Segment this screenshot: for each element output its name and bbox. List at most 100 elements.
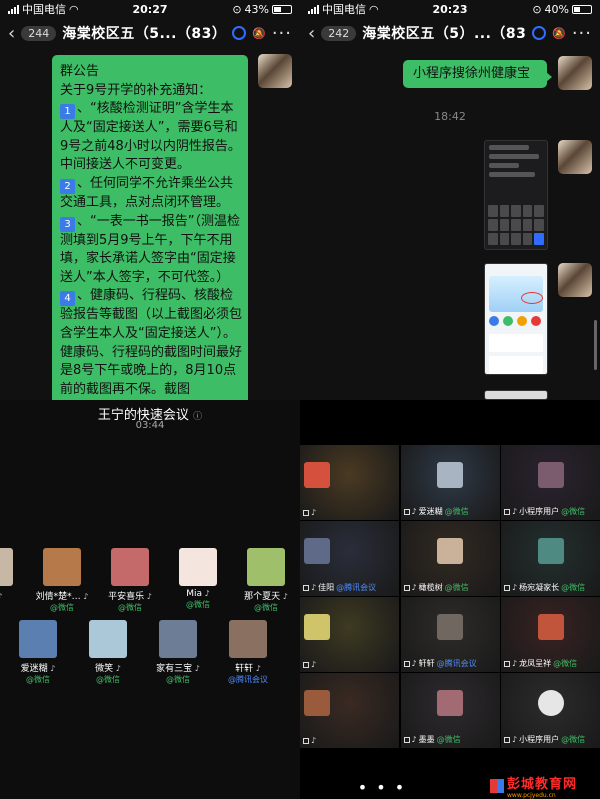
page-indicator[interactable]: • • • (300, 778, 464, 797)
video-tile-source: @微信 (553, 659, 578, 668)
message-bubble[interactable]: 小程序搜徐州健康宝 (403, 60, 552, 88)
participant-name-row: 平安喜乐 ♪ (98, 589, 162, 602)
microphone-icon: ♪ (411, 735, 417, 744)
announcement-item-4: 4 、健康码、行程码、核酸检验报告等截图（以上截图必须包含学生本人及“固定接送人”… (60, 287, 242, 399)
keycap-1-icon: 1 (60, 104, 75, 120)
video-tile[interactable]: ♪ 爱迷糊 @微信 (400, 445, 500, 520)
video-tile[interactable]: ♪ (300, 445, 399, 520)
more-icon[interactable]: ··· (572, 23, 592, 44)
microphone-icon: ♪ (512, 507, 518, 516)
microphone-icon: ♪ (253, 664, 261, 673)
participant[interactable]: 家有三宝 ♪ @微信 (146, 620, 210, 685)
video-tile[interactable]: ♪ 墨墨 @微信 (400, 673, 500, 748)
video-tile[interactable]: ♪ 小程序用户 @微信 (501, 445, 600, 520)
video-tile[interactable]: ♪ (300, 673, 399, 748)
participant[interactable]: 宁 ♪ (0, 548, 26, 602)
participant-source: @微信 (186, 600, 210, 609)
participant-name: 刘倩*楚*… (35, 592, 81, 602)
announcement-bubble[interactable]: 群公告 关于9号开学的补充通知： 1 、“核酸检测证明”含学生本人及“固定接送人”… (52, 55, 248, 400)
wifi-icon: ◠ (369, 2, 379, 16)
unread-count-badge[interactable]: 244 (21, 25, 57, 41)
unread-count-badge[interactable]: 242 (321, 25, 357, 41)
video-avatar (437, 614, 463, 640)
video-tile-name: 爱迷糊 (418, 507, 443, 516)
back-icon[interactable]: ‹ (8, 23, 15, 44)
video-tile-label: ♪ 龙凤呈祥 @微信 (504, 658, 577, 669)
carrier-label: 中国电信 (22, 3, 66, 16)
participant[interactable]: 那个夏天 ♪ @微信 (234, 548, 298, 613)
back-icon[interactable]: ‹ (308, 23, 315, 44)
battery-icon (572, 4, 592, 14)
signal-icon (308, 4, 319, 14)
participant-name-row: 刘倩*楚*… ♪ (30, 589, 94, 602)
announcement-item-1: 1 、“核酸检测证明”含学生本人及“固定接送人”，需要6号和9号之前48小时以内阴… (60, 100, 242, 175)
signal-icon (8, 4, 19, 14)
scrollbar[interactable] (594, 320, 597, 370)
microphone-icon: ♪ (144, 592, 152, 601)
screen-share-icon (303, 584, 309, 591)
video-tile[interactable]: ♪ 龙凤呈祥 @微信 (501, 597, 600, 672)
group-app-icon[interactable] (232, 26, 247, 40)
participant-avatar (229, 620, 267, 658)
video-tile[interactable]: ♪ 轩轩 @腾讯会议 (400, 597, 500, 672)
screen-share-icon (504, 660, 510, 667)
status-right: ⊙ 43% (232, 3, 292, 16)
participant-avatar (179, 548, 217, 586)
microphone-icon: ♪ (192, 664, 200, 673)
participant-name-row: 轩轩 ♪ (216, 661, 280, 674)
screen-share-icon (403, 660, 410, 667)
video-tile-name: 橄榄树 (418, 583, 443, 592)
microphone-icon: ♪ (411, 583, 417, 592)
more-icon[interactable]: ··· (272, 23, 292, 44)
video-avatar (537, 462, 564, 488)
book-icon (490, 779, 504, 793)
avatar[interactable] (558, 263, 592, 297)
video-tile-name: 小程序用户 (519, 507, 560, 516)
video-tile-name: 杨宛凝家长 (519, 583, 560, 592)
announcement-item-3: 3 、“一表一书一报告”（测温检测填到5月9号上午，下午不用填，家长承诺人签字由“… (60, 213, 242, 288)
video-tile[interactable]: ♪ 佳阳 @腾讯会议 (300, 521, 399, 596)
microphone-icon: ♪ (280, 592, 288, 601)
avatar[interactable] (258, 54, 292, 88)
participant-source: @微信 (50, 603, 74, 612)
screen-share-icon (403, 508, 410, 515)
participant[interactable]: 刘倩*楚*… ♪ @微信 (30, 548, 94, 613)
video-avatar (304, 462, 330, 488)
video-tile[interactable]: ♪ 橄榄树 @微信 (400, 521, 500, 596)
participant-avatar (0, 548, 13, 586)
video-tile[interactable]: ♪ 杨宛凝家长 @微信 (501, 521, 600, 596)
image-line (489, 163, 519, 168)
microphone-icon: ♪ (311, 508, 317, 517)
participant-name-row: 家有三宝 ♪ (146, 661, 210, 674)
video-tile-source: @微信 (561, 507, 586, 516)
announcement-heading: 群公告 (60, 64, 100, 79)
video-tile-name: 墨墨 (418, 735, 435, 744)
video-tile-label: ♪ 小程序用户 @微信 (504, 506, 585, 517)
carrier: 中国电信 ◠ (308, 1, 379, 17)
carrier: 中国电信 ◠ (8, 1, 79, 17)
video-tile-label: ♪ (303, 736, 320, 745)
meeting-screen: 王宁的快速会议 ⓘ 03:44 宁 ♪刘倩*楚*… ♪@微信平安喜乐 ♪@微信M… (0, 400, 300, 799)
participant-avatar (43, 548, 81, 586)
participant[interactable]: 爱迷糊 ♪ @微信 (6, 620, 70, 685)
microphone-icon: ♪ (311, 660, 317, 669)
participant[interactable]: 微笑 ♪ @微信 (76, 620, 140, 685)
group-app-icon[interactable] (532, 26, 547, 40)
screenshot-image[interactable] (484, 390, 548, 400)
participant-avatar (159, 620, 197, 658)
battery-percent: 40% (544, 2, 569, 16)
screenshot-image[interactable] (484, 263, 548, 375)
video-avatar (304, 614, 330, 640)
participant[interactable]: 轩轩 ♪ @腾讯会议 (216, 620, 280, 685)
status-right: ⊙ 40% (532, 3, 592, 16)
avatar[interactable] (558, 140, 592, 174)
screenshot-image[interactable] (484, 140, 548, 250)
video-tile[interactable]: ♪ (300, 597, 399, 672)
announcement-intro: 关于9号开学的补充通知： (60, 82, 212, 98)
message-timestamp: 18:42 (434, 110, 466, 123)
chat-title: 海棠校区五（5）...（83） (362, 26, 527, 42)
avatar[interactable] (558, 56, 592, 90)
participant[interactable]: Mia ♪ @微信 (166, 548, 230, 610)
participant[interactable]: 平安喜乐 ♪ @微信 (98, 548, 162, 613)
video-tile[interactable]: ♪ 小程序用户 @微信 (501, 673, 600, 748)
